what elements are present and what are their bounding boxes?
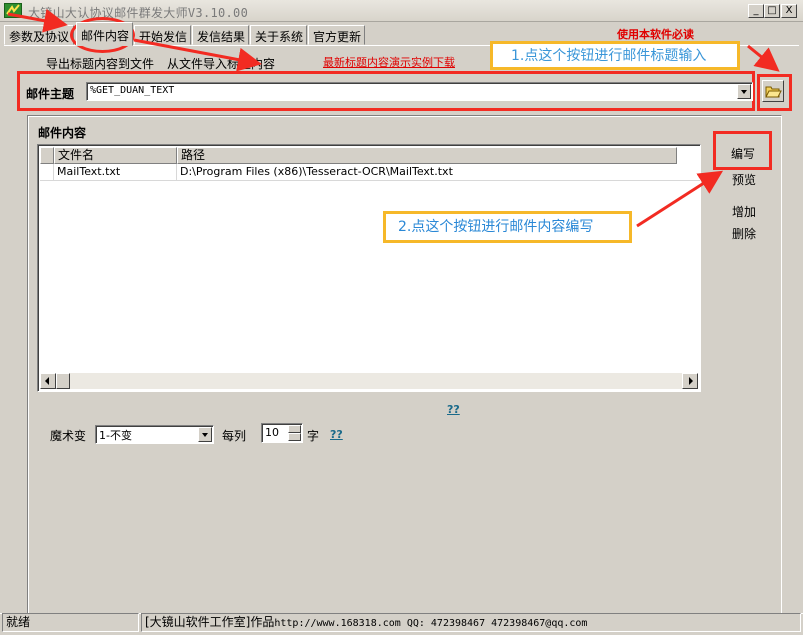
status-info: [大镜山软件工作室]作品http://www.168318.com QQ: 47… [141, 613, 801, 632]
arrow-to-edit [636, 170, 724, 228]
status-contact: http://www.168318.com QQ: 472398467 4723… [274, 618, 588, 629]
arrow-to-tab [7, 8, 68, 33]
status-credit: [大镜山软件工作室]作品 [145, 615, 275, 629]
tab-mail-content[interactable]: 邮件内容 [76, 22, 133, 46]
annotation-arrows [7, 8, 780, 228]
arrow-to-folder [747, 44, 780, 72]
status-state: 就绪 [2, 613, 139, 632]
arrow-to-import [133, 38, 262, 72]
